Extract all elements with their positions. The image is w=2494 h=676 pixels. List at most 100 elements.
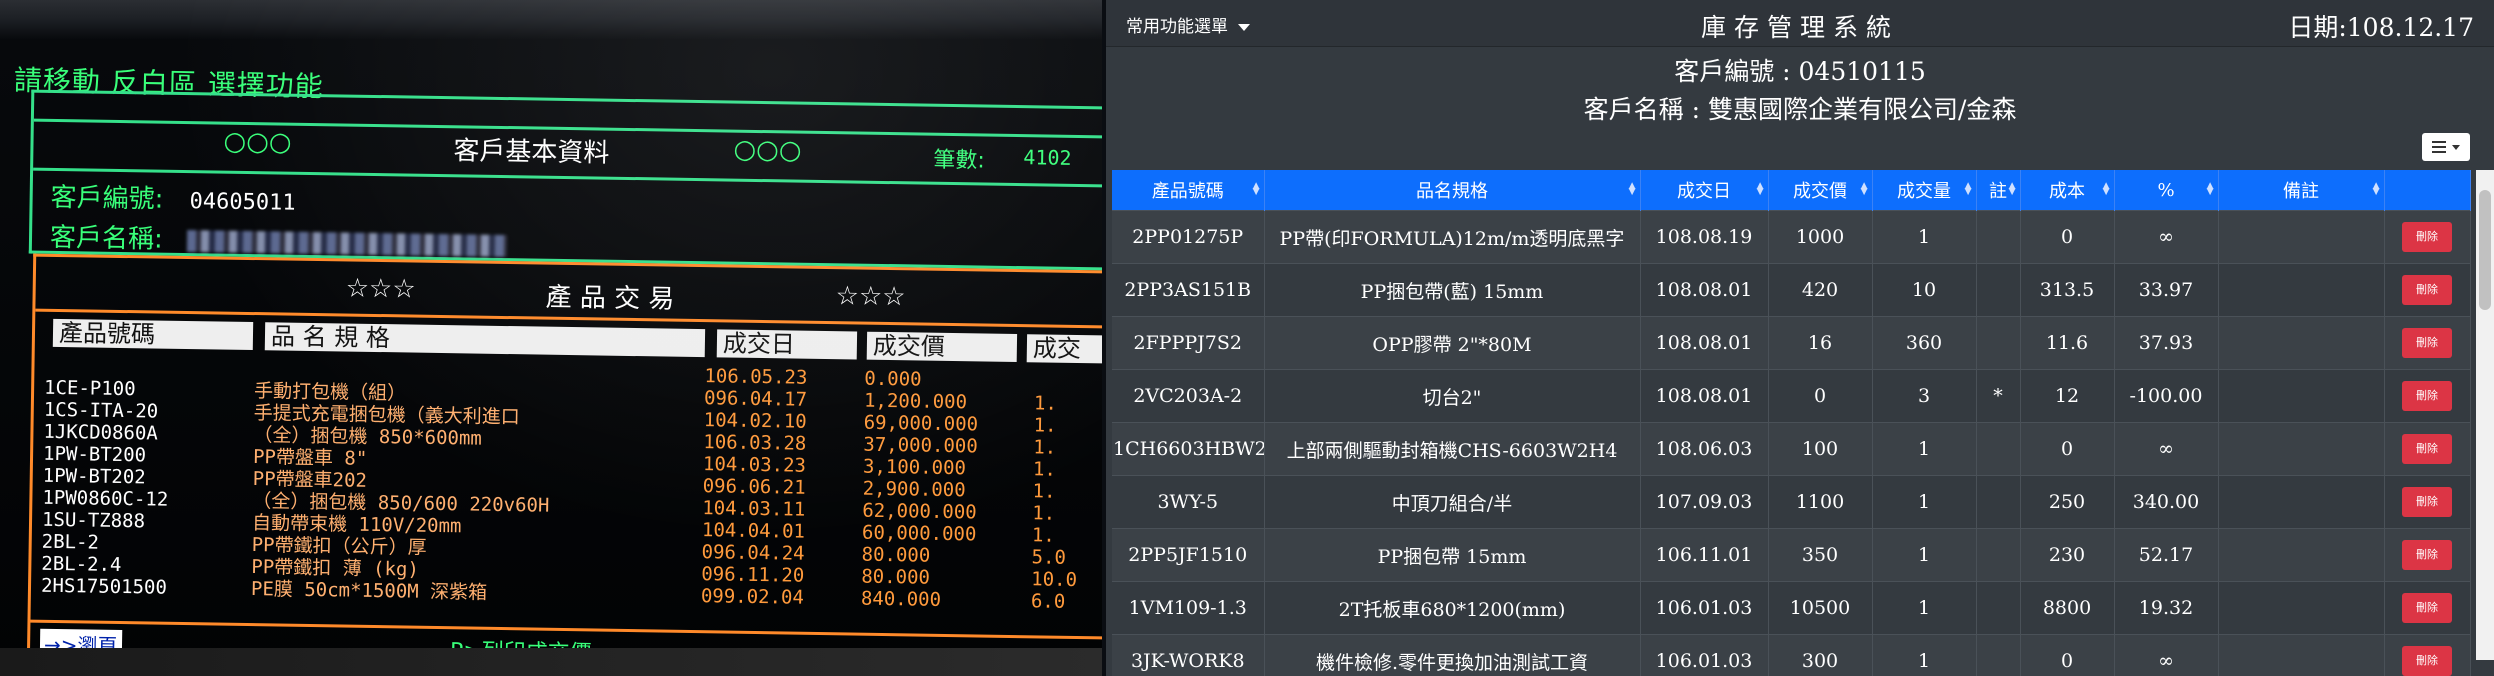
delete-button[interactable]: 刪除 bbox=[2402, 646, 2452, 676]
column-header-label: 品名規格 bbox=[1416, 181, 1488, 202]
column-view-toggle[interactable] bbox=[2422, 133, 2470, 161]
delete-button[interactable]: 刪除 bbox=[2402, 487, 2452, 517]
trade-date-cell: 108.08.01 bbox=[1640, 369, 1769, 423]
remark-cell bbox=[2218, 475, 2385, 529]
margin-percent-cell: 340.00 bbox=[2114, 475, 2219, 529]
trade-date-cell: 106.01.03 bbox=[1640, 634, 1769, 676]
sort-icon: ▲ ▼ bbox=[2372, 181, 2380, 197]
column-header[interactable]: 產品號碼 ▲ ▼ bbox=[1112, 170, 1265, 211]
column-header[interactable]: % ▲ ▼ bbox=[2114, 170, 2219, 211]
product-spec-cell: 上部兩側驅動封箱機CHS-6603W2H4 bbox=[1264, 422, 1641, 476]
legacy-code: 2HS17501500 bbox=[40, 574, 168, 599]
column-header[interactable]: 註 ▲ ▼ bbox=[1976, 170, 2021, 211]
table-row: 2PP5JF1510 PP捆包帶 15mm 106.11.01 350 1 230 52.1… bbox=[1112, 528, 2471, 582]
column-header[interactable]: 備註 ▲ ▼ bbox=[2218, 170, 2385, 211]
product-code-cell: 3JK-WORK8 bbox=[1112, 634, 1265, 676]
customer-number: 客戶編號 : 04510115 bbox=[1674, 57, 1926, 86]
top-navbar: 常用功能選單 庫存管理系統 日期:108.12.17 bbox=[1106, 0, 2494, 47]
action-cell: 刪除 bbox=[2384, 263, 2471, 317]
legacy-cust-no-row: 客戶編號: 04605011 bbox=[50, 177, 296, 218]
delete-button[interactable]: 刪除 bbox=[2402, 434, 2452, 464]
monitor-bezel bbox=[0, 648, 1102, 676]
legacy-price: 840.000 bbox=[860, 587, 942, 611]
trade-price-cell: 350 bbox=[1768, 528, 1873, 582]
legacy-price: 2,900.000 bbox=[862, 477, 966, 502]
deco-stars-left: ☆☆☆ bbox=[345, 273, 416, 305]
margin-percent-cell: ∞ bbox=[2114, 210, 2219, 264]
column-header-label: 成本 bbox=[2049, 181, 2085, 202]
trade-box-header: ☆☆☆ 產 品 交 易 ☆☆☆ bbox=[35, 262, 1102, 329]
legacy-qty: 1. bbox=[1032, 502, 1056, 525]
product-spec-cell: 機件檢修.零件更換加油測試工資 bbox=[1264, 634, 1641, 676]
column-header[interactable]: 品名規格 ▲ ▼ bbox=[1264, 170, 1641, 211]
margin-percent-cell: 19.32 bbox=[2114, 581, 2219, 635]
legacy-date: 106.05.23 bbox=[704, 365, 808, 389]
delete-button[interactable]: 刪除 bbox=[2402, 328, 2452, 358]
legacy-price: 60,000.000 bbox=[861, 521, 977, 546]
customer-box-title: 客戶基本資料 bbox=[453, 136, 610, 169]
action-cell: 刪除 bbox=[2384, 316, 2471, 370]
trade-price-cell: 420 bbox=[1768, 263, 1873, 317]
legacy-code: 1PW-BT200 bbox=[42, 442, 147, 467]
trade-date-cell: 106.01.03 bbox=[1640, 581, 1769, 635]
legacy-price: 3,100.000 bbox=[862, 455, 967, 480]
delete-button[interactable]: 刪除 bbox=[2402, 540, 2452, 570]
cost-cell: 12 bbox=[2020, 369, 2115, 423]
column-header[interactable]: 成本 ▲ ▼ bbox=[2020, 170, 2115, 211]
customer-name: 客戶名稱 : 雙惠國際企業有限公司/金森 bbox=[1583, 95, 2017, 124]
sort-icon: ▲ ▼ bbox=[1860, 181, 1868, 197]
table-scrollbar[interactable] bbox=[2476, 170, 2494, 660]
delete-button[interactable]: 刪除 bbox=[2402, 381, 2452, 411]
delete-button[interactable]: 刪除 bbox=[2402, 593, 2452, 623]
trade-price-cell: 1100 bbox=[1768, 475, 1873, 529]
legacy-code: 1CS-ITA-20 bbox=[43, 398, 159, 423]
table-row: 3JK-WORK8 機件檢修.零件更換加油測試工資 106.01.03 300 1 0 ∞ 刪… bbox=[1112, 634, 2471, 676]
table-row: 1VM109-1.3 2T托板車680*1200(mm) 106.01.03 1050… bbox=[1112, 581, 2471, 635]
product-code-cell: 2PP01275P bbox=[1112, 210, 1265, 264]
redacted-name-block bbox=[186, 229, 508, 257]
action-cell: 刪除 bbox=[2384, 422, 2471, 476]
sort-icon: ▲ ▼ bbox=[2008, 181, 2016, 197]
delete-button[interactable]: 刪除 bbox=[2402, 222, 2452, 252]
note-flag-cell bbox=[1976, 263, 2021, 317]
column-header[interactable]: 成交量 ▲ ▼ bbox=[1872, 170, 1977, 211]
trade-price-cell: 16 bbox=[1768, 316, 1873, 370]
record-count: 4102 bbox=[1023, 145, 1072, 170]
column-header[interactable]: 成交日 ▲ ▼ bbox=[1640, 170, 1769, 211]
cost-cell: 0 bbox=[2020, 422, 2115, 476]
legacy-cust-name-label: 客戶名稱: bbox=[49, 222, 164, 255]
trade-date-cell: 108.08.01 bbox=[1640, 263, 1769, 317]
legacy-date: 096.11.20 bbox=[701, 563, 805, 587]
product-code-cell: 1CH6603HBW2 bbox=[1112, 422, 1265, 476]
product-spec-cell: 切台2" bbox=[1264, 369, 1641, 423]
action-cell: 刪除 bbox=[2384, 210, 2471, 264]
trade-qty-cell: 1 bbox=[1872, 210, 1977, 264]
delete-button[interactable]: 刪除 bbox=[2402, 275, 2452, 305]
legacy-date: 104.04.01 bbox=[701, 519, 806, 543]
legacy-date: 096.04.17 bbox=[703, 387, 808, 411]
legacy-header-qty: 成交 bbox=[1026, 334, 1102, 364]
legacy-header-date: 成交日 bbox=[716, 329, 858, 360]
trade-price-cell: 300 bbox=[1768, 634, 1873, 676]
remark-cell bbox=[2218, 528, 2385, 582]
sort-icon: ▲ ▼ bbox=[1964, 181, 1972, 197]
trade-date-cell: 107.09.03 bbox=[1640, 475, 1769, 529]
trade-qty-cell: 1 bbox=[1872, 634, 1977, 676]
sort-icon: ▲ ▼ bbox=[1628, 181, 1636, 197]
sort-icon: ▲ ▼ bbox=[2206, 181, 2214, 197]
column-header[interactable]: 成交價 ▲ ▼ bbox=[1768, 170, 1873, 211]
sort-icon: ▲ ▼ bbox=[1252, 181, 1260, 197]
legacy-price: 80.000 bbox=[861, 565, 931, 589]
legacy-code: 1SU-TZ888 bbox=[41, 508, 146, 533]
legacy-cust-no: 04605011 bbox=[189, 189, 296, 216]
cost-cell: 11.6 bbox=[2020, 316, 2115, 370]
scrollbar-thumb[interactable] bbox=[2479, 190, 2491, 310]
deco-stars-right: ☆☆☆ bbox=[835, 281, 906, 313]
remark-cell bbox=[2218, 316, 2385, 370]
note-flag-cell bbox=[1976, 475, 2021, 529]
note-flag-cell bbox=[1976, 316, 2021, 370]
legacy-header-price: 成交價 bbox=[866, 331, 1018, 363]
cost-cell: 8800 bbox=[2020, 581, 2115, 635]
trade-price-cell: 10500 bbox=[1768, 581, 1873, 635]
legacy-spec: PP帶盤車202 bbox=[252, 468, 368, 492]
